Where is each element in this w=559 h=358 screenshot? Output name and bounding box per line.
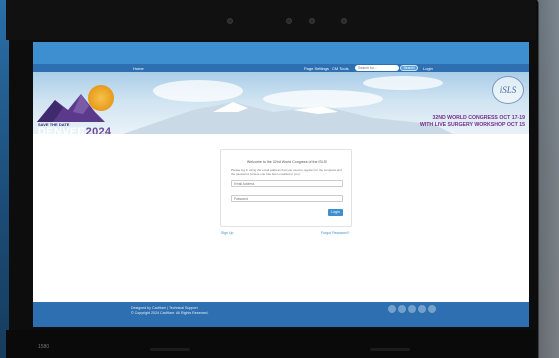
browser-screen: Home Page Settings CM Tools Search Login…	[33, 42, 529, 327]
login-button[interactable]: Login	[328, 209, 343, 216]
search-button[interactable]: Search	[400, 65, 418, 71]
youtube-icon[interactable]	[428, 305, 436, 313]
footer-credits: Designed by CadHam | Technical Support	[131, 306, 198, 310]
camera-lens-icon	[309, 18, 315, 24]
login-card: Welcome to the 32nd World Congress of th…	[220, 149, 352, 227]
hinge-slot	[150, 348, 190, 351]
event-banner: SAVE THE DATE DENVER2024 iSLS 32ND WORLD…	[33, 72, 529, 134]
nav-login-link[interactable]: Login	[423, 66, 433, 71]
login-instructions: Please log in using the email address th…	[231, 168, 342, 177]
city-name: DENVER	[38, 126, 86, 135]
header-band	[33, 42, 529, 66]
search-input[interactable]	[355, 65, 399, 71]
sensor-icon	[227, 18, 233, 24]
year-label: 2024	[85, 126, 112, 135]
sun-logo-icon	[88, 85, 114, 111]
page-footer: Designed by CadHam | Technical Support ©…	[33, 302, 529, 327]
top-navbar: Home Page Settings CM Tools Search Login	[33, 64, 529, 72]
email-field[interactable]	[231, 180, 343, 187]
city-title: DENVER2024	[38, 126, 112, 135]
workshop-title: WITH LIVE SURGERY WORKSHOP OCT 15	[419, 122, 525, 128]
society-seal-logo: iSLS	[492, 76, 524, 104]
footer-copyright: © Copyright 2024 CadHam. All Rights Rese…	[131, 311, 209, 315]
twitter-icon[interactable]	[398, 305, 406, 313]
camera-row	[0, 18, 559, 26]
forgot-password-link[interactable]: Forgot Password?	[321, 231, 349, 235]
instagram-icon[interactable]	[418, 305, 426, 313]
laptop-bottom-bezel	[6, 330, 536, 358]
nav-home-link[interactable]: Home	[133, 66, 144, 71]
nav-cm-tools-link[interactable]: CM Tools	[332, 66, 349, 71]
password-field[interactable]	[231, 195, 343, 202]
hinge-slot	[370, 348, 410, 351]
nav-page-settings-link[interactable]: Page Settings	[304, 66, 329, 71]
bezel-model-label: 1580	[38, 344, 50, 350]
mic-icon	[341, 18, 347, 24]
congress-title: 32ND WORLD CONGRESS OCT 17-19	[432, 115, 525, 121]
sign-up-link[interactable]: Sign Up	[221, 231, 233, 235]
camera-icon	[286, 18, 292, 24]
linkedin-icon[interactable]	[408, 305, 416, 313]
welcome-heading: Welcome to the 32nd World Congress of th…	[246, 160, 328, 164]
facebook-icon[interactable]	[388, 305, 396, 313]
